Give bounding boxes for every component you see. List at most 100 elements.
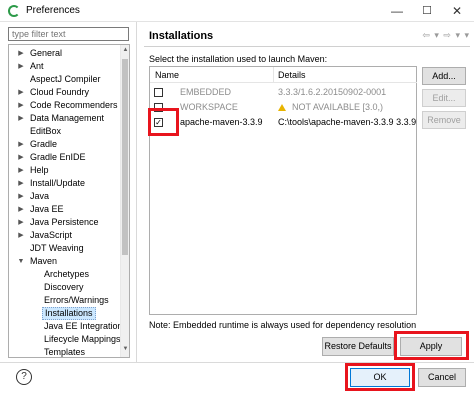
tree-item-label: Installations xyxy=(42,307,96,320)
collapsed-arrow-icon[interactable]: ▶ xyxy=(17,229,25,242)
tree-item[interactable]: EditBox xyxy=(9,125,121,138)
history-nav-icons[interactable]: ⇦ ▾ ⇨ ▾ ▾ xyxy=(422,30,470,41)
tree-item-label: Install/Update xyxy=(30,178,86,188)
tree-item-label: Java EE xyxy=(30,204,64,214)
tree-item[interactable]: ▶ Data Management xyxy=(9,112,121,125)
scroll-up-icon[interactable]: ▲ xyxy=(121,47,129,57)
tree-item-label: Java Persistence xyxy=(30,217,99,227)
scrollbar-thumb[interactable] xyxy=(122,59,128,255)
expanded-arrow-icon[interactable]: ▼ xyxy=(17,255,25,268)
warning-icon xyxy=(278,104,286,111)
installation-checkbox[interactable] xyxy=(154,88,163,97)
tree-item[interactable]: ▶ Code Recommenders xyxy=(9,99,121,112)
tree-item[interactable]: ▶ Ant xyxy=(9,60,121,73)
collapsed-arrow-icon[interactable]: ▶ xyxy=(17,112,25,125)
tree-item[interactable]: Archetypes xyxy=(9,268,121,281)
tree-item-label: Java EE Integration xyxy=(44,321,123,331)
tree-item[interactable]: Installations xyxy=(9,307,121,320)
tree-item[interactable]: Discovery xyxy=(9,281,121,294)
tree-item-label: Lifecycle Mappings xyxy=(44,334,121,344)
page-header: Installations ⇦ ▾ ⇨ ▾ ▾ xyxy=(144,24,470,46)
restore-defaults-button[interactable]: Restore Defaults xyxy=(322,337,394,356)
remove-button[interactable]: Remove xyxy=(422,111,466,129)
tree-item[interactable]: ▶ Install/Update xyxy=(9,177,121,190)
tree-item-label: Help xyxy=(30,165,49,175)
collapsed-arrow-icon[interactable]: ▶ xyxy=(17,177,25,190)
installation-details: C:\tools\apache-maven-3.3.9 3.3.9 xyxy=(278,115,416,130)
scroll-down-icon[interactable]: ▼ xyxy=(121,346,129,356)
pane-divider[interactable] xyxy=(136,22,137,362)
dependency-note: Note: Embedded runtime is always used fo… xyxy=(149,320,417,330)
collapsed-arrow-icon[interactable]: ▶ xyxy=(17,164,25,177)
collapsed-arrow-icon[interactable]: ▶ xyxy=(17,86,25,99)
installation-name: WORKSPACE xyxy=(180,102,238,112)
preference-tree: ▶ General ▶ Ant AspectJ Compiler ▶ Cloud Found… xyxy=(8,44,130,358)
column-header-name[interactable]: Name xyxy=(150,67,274,83)
installation-details-text: C:\tools\apache-maven-3.3.9 3.3.9 xyxy=(278,117,417,127)
tree-item-label: Java xyxy=(30,191,50,201)
tree-item-label: Maven xyxy=(30,256,58,266)
tree-item[interactable]: ▶ Help xyxy=(9,164,121,177)
cancel-button[interactable]: Cancel xyxy=(418,368,466,387)
filter-input[interactable] xyxy=(8,27,129,41)
ok-highlight xyxy=(345,363,415,391)
tree-item-label: Errors/Warnings xyxy=(44,295,109,305)
tree-item-label: Gradle xyxy=(30,139,58,149)
tree-item-label: Code Recommenders xyxy=(30,100,118,110)
tree-item[interactable]: ▶ General xyxy=(9,47,121,60)
tree-item[interactable]: Errors/Warnings xyxy=(9,294,121,307)
tree-item[interactable]: JDT Weaving xyxy=(9,242,121,255)
tree-item[interactable]: AspectJ Compiler xyxy=(9,73,121,86)
tree-item-label: Archetypes xyxy=(44,269,90,279)
eclipse-icon xyxy=(8,5,20,17)
collapsed-arrow-icon[interactable]: ▶ xyxy=(17,47,25,60)
installations-description: Select the installation used to launch M… xyxy=(149,54,328,64)
checkbox-highlight xyxy=(148,108,179,136)
collapsed-arrow-icon[interactable]: ▶ xyxy=(17,203,25,216)
maximize-button[interactable]: ☐ xyxy=(412,1,442,21)
tree-scrollbar[interactable]: ▲ ▼ xyxy=(120,45,129,357)
collapsed-arrow-icon[interactable]: ▶ xyxy=(17,60,25,73)
tree-item[interactable]: ▶ Gradle xyxy=(9,138,121,151)
tree-item-label: Ant xyxy=(30,61,44,71)
table-row[interactable]: ✓ apache-maven-3.3.9 C:\tools\apache-maven… xyxy=(150,115,416,130)
tree-item[interactable]: ▶ Java Persistence xyxy=(9,216,121,229)
apply-highlight xyxy=(394,331,469,360)
tree-item-label: Cloud Foundry xyxy=(30,87,90,97)
preference-tree-list: ▶ General ▶ Ant AspectJ Compiler ▶ Cloud Found… xyxy=(9,47,123,357)
table-row[interactable]: WORKSPACE NOT AVAILABLE [3.0,) xyxy=(150,100,416,115)
window-title: Preferences xyxy=(26,5,80,16)
tree-item[interactable]: ▶ Java xyxy=(9,190,121,203)
tree-item[interactable]: ▶ Cloud Foundry xyxy=(9,86,121,99)
column-header-details[interactable]: Details xyxy=(274,67,417,83)
installations-table: Name Details EMBEDDED 3.3.3/1.6.2.2015090… xyxy=(149,66,417,315)
tree-item-label: JavaScript xyxy=(30,230,73,240)
collapsed-arrow-icon[interactable]: ▶ xyxy=(17,151,25,164)
tree-item[interactable]: ▶ JavaScript xyxy=(9,229,121,242)
tree-item[interactable]: Java EE Integration xyxy=(9,320,123,333)
tree-item[interactable]: Templates xyxy=(9,346,121,357)
installation-details: 3.3.3/1.6.2.20150902-0001 xyxy=(278,85,386,100)
collapsed-arrow-icon[interactable]: ▶ xyxy=(17,138,25,151)
tree-item[interactable]: ▶ Java EE xyxy=(9,203,121,216)
tree-item-label: General xyxy=(30,48,63,58)
edit-button[interactable]: Edit... xyxy=(422,89,466,107)
tree-item[interactable]: ▶ Gradle EnIDE xyxy=(9,151,121,164)
page-title: Installations xyxy=(149,30,214,42)
title-bar: Preferences — ☐ ✕ xyxy=(0,0,474,22)
installation-name: apache-maven-3.3.9 xyxy=(180,117,263,127)
collapsed-arrow-icon[interactable]: ▶ xyxy=(17,216,25,229)
tree-item[interactable]: ▼ Maven xyxy=(9,255,121,268)
help-icon[interactable]: ? xyxy=(16,369,32,385)
tree-item-label: Data Management xyxy=(30,113,105,123)
add-button[interactable]: Add... xyxy=(422,67,466,85)
close-button[interactable]: ✕ xyxy=(442,1,472,21)
tree-item[interactable]: Lifecycle Mappings xyxy=(9,333,121,346)
minimize-button[interactable]: — xyxy=(382,1,412,21)
collapsed-arrow-icon[interactable]: ▶ xyxy=(17,190,25,203)
tree-item-label: AspectJ Compiler xyxy=(30,74,101,84)
collapsed-arrow-icon[interactable]: ▶ xyxy=(17,99,25,112)
tree-item-label: JDT Weaving xyxy=(30,243,84,253)
tree-item-label: Discovery xyxy=(44,282,84,292)
table-row[interactable]: EMBEDDED 3.3.3/1.6.2.20150902-0001 xyxy=(150,85,416,100)
